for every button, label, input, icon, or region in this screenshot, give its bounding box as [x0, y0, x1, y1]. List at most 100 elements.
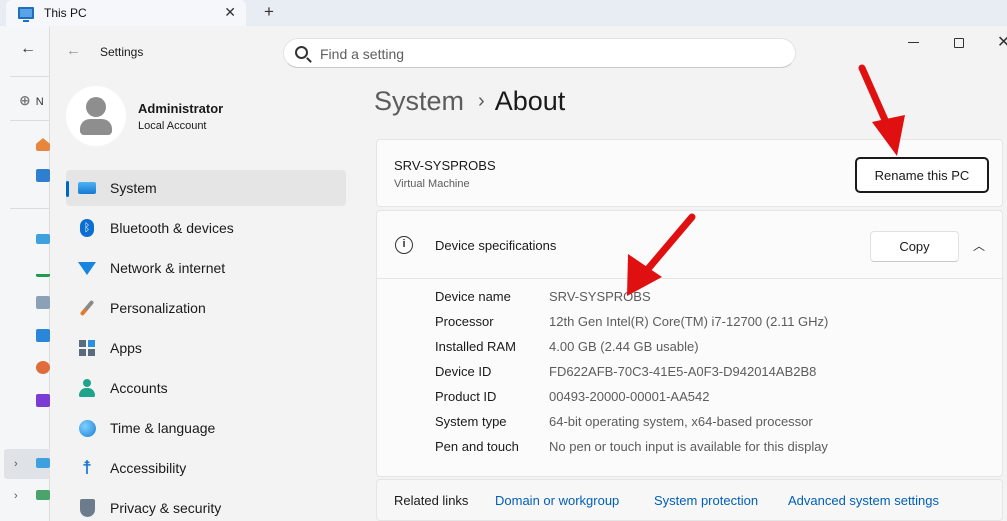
explorer-back-icon[interactable]: ←: [20, 40, 36, 58]
divider: [10, 208, 50, 209]
nav-item-bluetooth[interactable]: ᛒ Bluetooth & devices: [66, 210, 346, 246]
spec-value: 64-bit operating system, x64-based proce…: [549, 414, 813, 429]
nav-item-label: Time & language: [110, 420, 216, 436]
this-pc-nav-icon[interactable]: [36, 458, 50, 468]
link-domain-workgroup[interactable]: Domain or workgroup: [495, 493, 619, 508]
explorer-new-button[interactable]: ⊕ N: [19, 92, 44, 109]
spec-row: Installed RAM 4.00 GB (2.44 GB usable): [435, 339, 828, 364]
nav-item-system[interactable]: System: [66, 170, 346, 206]
nav-item-apps[interactable]: Apps: [66, 330, 346, 366]
divider: [10, 76, 50, 77]
nav-item-label: Network & internet: [110, 260, 226, 276]
search-icon: [295, 46, 308, 59]
new-label: N: [35, 96, 44, 108]
spec-value: FD622AFB-70C3-41E5-A0F3-D942014AB2B8: [549, 364, 817, 379]
new-tab-button[interactable]: +: [264, 2, 274, 22]
page-title: About: [494, 86, 566, 116]
apps-icon: [78, 339, 96, 357]
nav-item-label: Privacy & security: [110, 500, 222, 516]
tab-title: This PC: [44, 6, 87, 20]
spec-key: System type: [435, 414, 507, 429]
spec-key: Device ID: [435, 364, 492, 379]
account-type: Local Account: [138, 120, 207, 132]
spec-key: Installed RAM: [435, 339, 516, 354]
tab-this-pc[interactable]: This PC ✕: [6, 0, 246, 26]
spec-row: Pen and touch No pen or touch input is av…: [435, 439, 828, 464]
user-name: Administrator: [138, 101, 224, 116]
spec-value: 4.00 GB (2.44 GB usable): [549, 339, 699, 354]
nav-item-label: Apps: [110, 340, 142, 356]
maximize-button[interactable]: [954, 38, 964, 48]
nav-item-time-language[interactable]: Time & language: [66, 410, 346, 446]
back-arrow-icon[interactable]: ←: [66, 42, 81, 59]
copy-button[interactable]: Copy: [870, 231, 959, 262]
home-icon[interactable]: [36, 138, 50, 151]
info-icon: i: [395, 236, 413, 254]
person-icon: [78, 379, 96, 397]
close-button[interactable]: ✕: [997, 32, 1007, 52]
nav-item-privacy-security[interactable]: Privacy & security: [66, 490, 346, 521]
related-links-title: Related links: [394, 493, 469, 508]
pictures-icon[interactable]: [36, 329, 50, 342]
spec-value: SRV-SYSPROBS: [549, 289, 651, 304]
nav-item-accessibility[interactable]: ☨ Accessibility: [66, 450, 346, 486]
nav-item-personalization[interactable]: Personalization: [66, 290, 346, 326]
accessibility-icon: ☨: [81, 457, 93, 479]
spec-row: Product ID 00493-20000-00001-AA542: [435, 389, 828, 414]
explorer-sidebar: ← ⊕ N › ›: [0, 26, 50, 521]
nav-item-label: Personalization: [110, 300, 206, 316]
spec-row: System type 64-bit operating system, x64-…: [435, 414, 828, 439]
chevron-up-icon[interactable]: ︿: [973, 237, 985, 254]
spec-table: Device name SRV-SYSPROBS Processor 12th Ge…: [435, 289, 828, 464]
nav-item-label: System: [110, 180, 157, 196]
documents-icon[interactable]: [36, 296, 50, 309]
rename-pc-button[interactable]: Rename this PC: [855, 157, 989, 193]
plus-circle-icon: ⊕: [19, 92, 31, 108]
bluetooth-icon: ᛒ: [78, 219, 96, 237]
settings-window: ← Settings ✕ Administrator Local Account…: [50, 26, 1007, 521]
music-icon[interactable]: [36, 361, 50, 374]
spec-key: Product ID: [435, 389, 497, 404]
minimize-button[interactable]: [908, 42, 919, 43]
link-advanced-system-settings[interactable]: Advanced system settings: [788, 493, 939, 508]
explorer-tab-bar: This PC ✕ +: [0, 0, 1007, 26]
brush-icon: [78, 299, 96, 317]
app-title: Settings: [100, 45, 144, 59]
device-specifications-header[interactable]: i Device specifications Copy ︿: [377, 211, 1002, 279]
link-system-protection[interactable]: System protection: [654, 493, 758, 508]
spec-value: No pen or touch input is available for t…: [549, 439, 828, 454]
nav-item-label: Accessibility: [110, 460, 187, 476]
shield-icon: [78, 499, 96, 517]
spec-row: Device name SRV-SYSPROBS: [435, 289, 828, 314]
device-specifications-card: i Device specifications Copy ︿ Device na…: [376, 210, 1003, 477]
pc-name-card: SRV-SYSPROBS Virtual Machine Rename this…: [376, 139, 1003, 207]
chevron-right-icon[interactable]: ›: [14, 458, 18, 470]
spec-key: Pen and touch: [435, 439, 519, 454]
avatar[interactable]: [66, 86, 126, 146]
avatar-head: [86, 97, 106, 117]
nav-item-network[interactable]: Network & internet: [66, 250, 346, 286]
gallery-icon[interactable]: [36, 169, 50, 182]
spec-key: Processor: [435, 314, 494, 329]
nav-item-accounts[interactable]: Accounts: [66, 370, 346, 406]
spec-row: Processor 12th Gen Intel(R) Core(TM) i7-1…: [435, 314, 828, 339]
spec-value: 00493-20000-00001-AA542: [549, 389, 710, 404]
breadcrumb: System › About: [374, 86, 565, 117]
chevron-right-icon: ›: [478, 90, 485, 112]
downloads-icon[interactable]: [36, 264, 50, 277]
avatar-body: [80, 119, 112, 135]
tab-close-icon[interactable]: ✕: [224, 4, 236, 21]
divider: [10, 120, 50, 121]
videos-icon[interactable]: [36, 394, 50, 407]
search-box[interactable]: [283, 38, 796, 68]
globe-clock-icon: [78, 419, 96, 437]
desktop-icon[interactable]: [36, 234, 50, 244]
network-nav-icon[interactable]: [36, 490, 50, 500]
search-input[interactable]: [320, 44, 780, 64]
chevron-right-icon[interactable]: ›: [14, 490, 18, 502]
spec-key: Device name: [435, 289, 511, 304]
monitor-icon: [78, 179, 96, 197]
spec-row: Device ID FD622AFB-70C3-41E5-A0F3-D942014…: [435, 364, 828, 389]
breadcrumb-parent[interactable]: System: [374, 86, 464, 116]
settings-nav: System ᛒ Bluetooth & devices Network & i…: [66, 170, 346, 521]
